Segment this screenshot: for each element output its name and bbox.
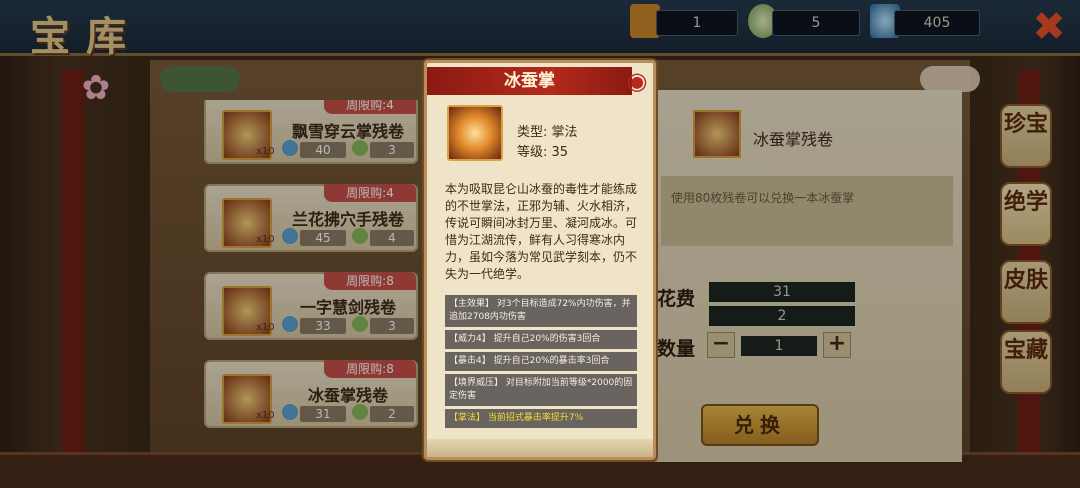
effect-row-highlight: 【掌法】 当前招式暴击率提升7% [445,409,637,428]
skill-type: 类型: 掌法 [517,125,578,140]
effect-row: 【暴击4】 提升自己20%的暴击率3回合 [445,352,637,371]
skill-description: 本为吸取昆仑山冰蚕的毒性才能练成的不世掌法，正邪为辅、火水相济，传说可瞬间冰封万… [445,182,638,281]
skill-detail-modal: 冰蚕掌 ◉ 类型: 掌法 等级: 35 本为吸取昆仑山冰蚕的毒性才能练成的不世掌… [424,60,656,460]
modal-footer-ornament [427,439,653,457]
effect-row: 【境界威压】 对目标附加当前等级*2000的固定伤害 [445,374,637,406]
effect-row: 【威力4】 提升自己20%的伤害3回合 [445,330,637,349]
swirl-ornament-icon: ◉ [626,67,648,95]
effect-row: 【主效果】 对3个目标造成72%内功伤害，并追加2708内功伤害 [445,295,637,327]
effects-list[interactable]: 【主效果】 对3个目标造成72%内功伤害，并追加2708内功伤害 【威力4】 提… [445,295,637,435]
skill-level: 等级: 35 [517,145,569,160]
modal-title: 冰蚕掌 [427,67,632,95]
palm-strike-icon [447,105,503,161]
